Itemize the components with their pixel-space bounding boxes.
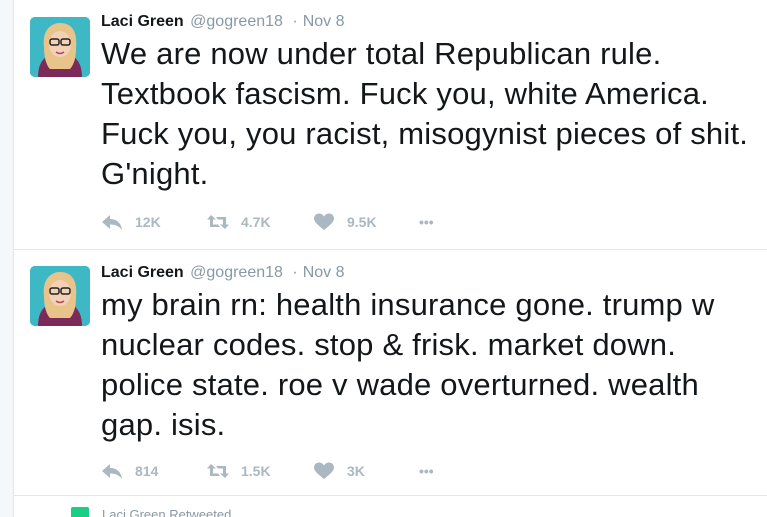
- retweet-count: 4.7K: [241, 214, 271, 230]
- like-button[interactable]: 3K: [313, 462, 419, 480]
- reply-icon: [101, 213, 123, 231]
- heart-icon: [313, 462, 335, 480]
- retweet-count: 1.5K: [241, 463, 271, 479]
- reply-count: 12K: [135, 214, 161, 230]
- more-icon: •••: [419, 214, 434, 230]
- user-handle[interactable]: @gogreen18: [190, 13, 283, 30]
- retweet-icon: [71, 507, 89, 517]
- tweet-actions: 12K 4.7K 9.5K •••: [101, 213, 459, 231]
- timestamp[interactable]: Nov 8: [303, 13, 345, 30]
- user-name[interactable]: Laci Green: [101, 13, 184, 30]
- user-handle[interactable]: @gogreen18: [190, 264, 283, 281]
- retweet-button[interactable]: 4.7K: [207, 213, 313, 231]
- like-button[interactable]: 9.5K: [313, 213, 419, 231]
- retweet-icon: [207, 213, 229, 231]
- tweet-header: Laci Green @gogreen18 · Nov 8: [101, 263, 762, 285]
- tweet[interactable]: Laci Green @gogreen18 · Nov 8 We are now …: [14, 0, 767, 250]
- tweet[interactable]: Laci Green @gogreen18 · Nov 8 my brain rn…: [14, 250, 767, 496]
- avatar[interactable]: [30, 266, 90, 326]
- reply-icon: [101, 462, 123, 480]
- more-button[interactable]: •••: [419, 463, 459, 479]
- heart-icon: [313, 213, 335, 231]
- reply-button[interactable]: 12K: [101, 213, 207, 231]
- tweet-header: Laci Green @gogreen18 · Nov 8: [101, 12, 762, 34]
- retweet-button[interactable]: 1.5K: [207, 462, 313, 480]
- reply-count: 814: [135, 463, 159, 479]
- tweet-text: my brain rn: health insurance gone. trum…: [101, 287, 715, 442]
- tweet-actions: 814 1.5K 3K •••: [101, 462, 459, 480]
- like-count: 9.5K: [347, 214, 377, 230]
- more-button[interactable]: •••: [419, 214, 459, 230]
- reply-button[interactable]: 814: [101, 462, 207, 480]
- avatar[interactable]: [30, 17, 90, 77]
- retweet-context: Laci Green Retweeted: [14, 496, 767, 517]
- user-name[interactable]: Laci Green: [101, 264, 184, 281]
- retweet-context-label[interactable]: Laci Green Retweeted: [102, 507, 231, 517]
- timeline: Laci Green @gogreen18 · Nov 8 We are now …: [13, 0, 767, 517]
- retweet-icon: [207, 462, 229, 480]
- tweet-text: We are now under total Republican rule. …: [101, 36, 749, 191]
- timestamp[interactable]: Nov 8: [303, 264, 345, 281]
- more-icon: •••: [419, 463, 434, 479]
- separator: ·: [292, 264, 298, 281]
- like-count: 3K: [347, 463, 365, 479]
- separator: ·: [292, 13, 298, 30]
